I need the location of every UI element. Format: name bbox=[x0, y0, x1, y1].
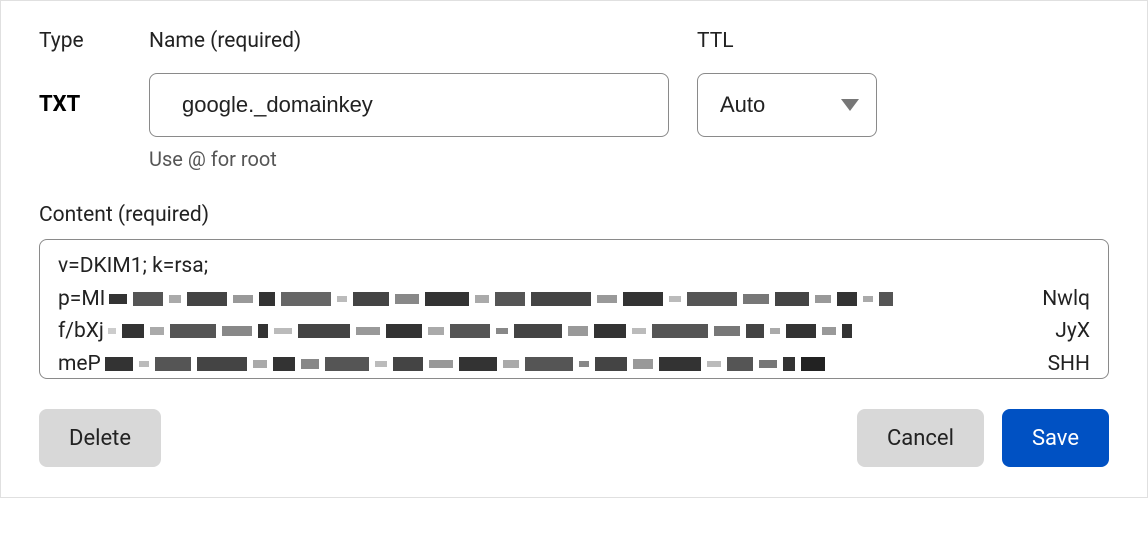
type-label: Type bbox=[39, 29, 149, 53]
content-block: Content (required) v=DKIM1; k=rsa; p=MI … bbox=[39, 203, 1109, 379]
ttl-label: TTL bbox=[697, 29, 897, 53]
save-button[interactable]: Save bbox=[1002, 409, 1109, 467]
redacted-strip bbox=[108, 321, 1051, 341]
content-line-4-prefix: meP bbox=[58, 348, 101, 379]
type-value: TXT bbox=[39, 73, 149, 137]
cancel-button[interactable]: Cancel bbox=[857, 409, 984, 467]
content-line-3: f/bXj JyX bbox=[58, 315, 1090, 348]
actions-right: Cancel Save bbox=[857, 409, 1109, 467]
name-input[interactable] bbox=[149, 73, 669, 137]
content-line-2-suffix: Nwlq bbox=[1042, 283, 1090, 316]
type-column: Type TXT bbox=[39, 29, 149, 137]
content-label: Content (required) bbox=[39, 203, 1109, 227]
name-help-text: Use @ for root bbox=[149, 147, 697, 171]
content-line-2: p=MI Nwlq bbox=[58, 283, 1090, 316]
content-line-2-prefix: p=MI bbox=[58, 283, 105, 316]
dns-record-editor: Type TXT Name (required) Use @ for root … bbox=[0, 0, 1148, 498]
ttl-select[interactable]: Auto bbox=[697, 73, 877, 137]
delete-button[interactable]: Delete bbox=[39, 409, 161, 467]
ttl-select-wrap: Auto bbox=[697, 73, 877, 137]
content-line-4: meP SHH bbox=[58, 348, 1090, 379]
content-line-3-prefix: f/bXj bbox=[58, 315, 104, 348]
content-line-4-suffix: SHH bbox=[1048, 348, 1090, 379]
content-textarea[interactable]: v=DKIM1; k=rsa; p=MI Nwlq f/bXj JyX meP bbox=[39, 239, 1109, 379]
name-column: Name (required) Use @ for root bbox=[149, 29, 697, 171]
content-line-1-text: v=DKIM1; k=rsa; bbox=[58, 250, 208, 283]
actions-row: Delete Cancel Save bbox=[39, 409, 1109, 467]
redacted-strip bbox=[109, 289, 1038, 309]
ttl-column: TTL Auto bbox=[697, 29, 897, 137]
name-label: Name (required) bbox=[149, 29, 697, 53]
content-line-3-suffix: JyX bbox=[1055, 315, 1090, 348]
content-line-1: v=DKIM1; k=rsa; bbox=[58, 250, 1090, 283]
top-row: Type TXT Name (required) Use @ for root … bbox=[39, 29, 1109, 171]
redacted-strip bbox=[105, 354, 1044, 374]
